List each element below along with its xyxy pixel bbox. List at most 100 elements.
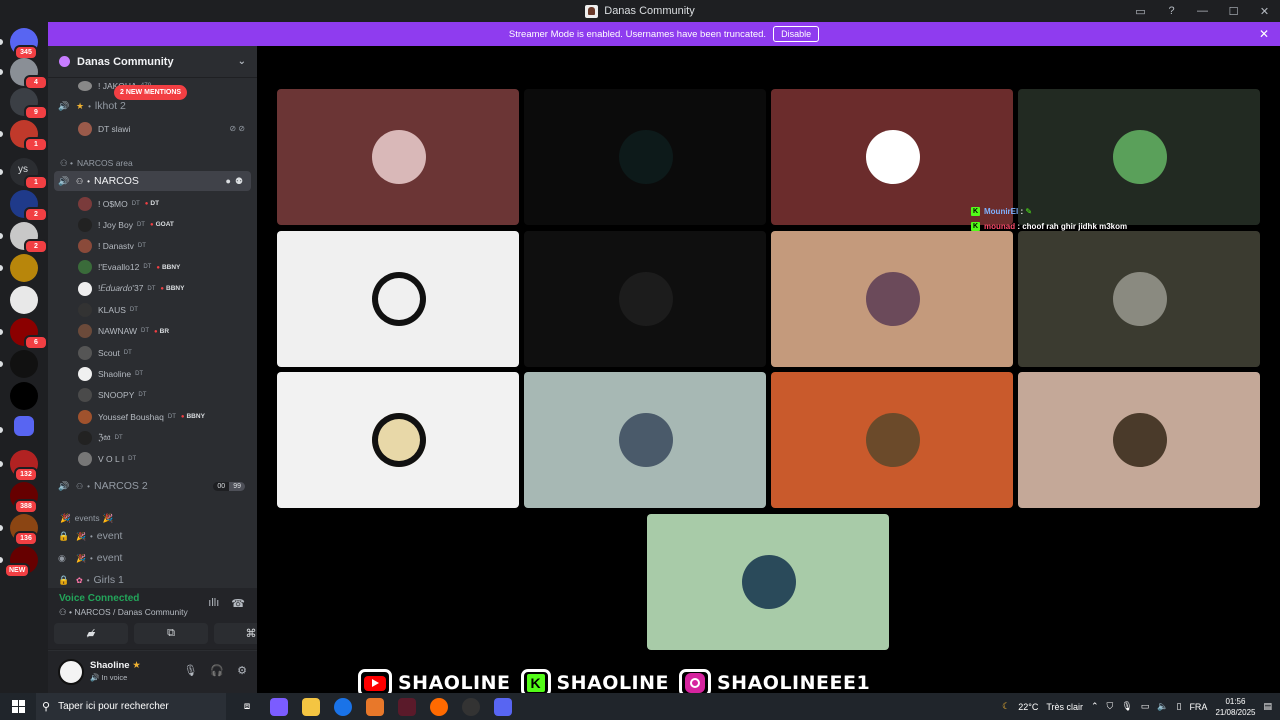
obs-icon[interactable] <box>462 697 480 716</box>
browser-icon[interactable] <box>430 697 448 716</box>
server-icon-server-6[interactable] <box>10 254 38 282</box>
voice-channel-narcos[interactable]: 🔊 ⚇ • NARCOS ● ⚉ <box>54 171 251 191</box>
camera-off-button[interactable]: ▰̸ <box>54 623 128 644</box>
video-tile-7[interactable] <box>771 231 1013 367</box>
network-icon[interactable]: ▭ <box>1141 701 1150 712</box>
voice-user[interactable]: ! Danastv DT <box>48 236 257 257</box>
close-window-button[interactable]: ✕ <box>1249 0 1280 22</box>
new-mentions-pill[interactable]: 2 NEW MENTIONS <box>114 85 188 100</box>
windows-taskbar: ⚲ Taper ici pour rechercher ⧈ ☾ 22°C Trè… <box>0 693 1280 720</box>
signal-icon[interactable]: ıllı <box>208 597 219 610</box>
channel-actions[interactable]: ● ⚉ <box>225 176 243 187</box>
avatar <box>372 272 426 326</box>
voice-user-name: SNOOPY <box>98 390 135 401</box>
server-header[interactable]: Danas Community ⌄ <box>48 46 257 78</box>
role-badge: GOAT <box>150 221 174 228</box>
voice-user[interactable]: V O L I DT <box>48 449 257 470</box>
settings-gear-icon[interactable]: ⚙ <box>237 664 247 677</box>
lock-icon: 🔒 <box>58 574 70 585</box>
discord-icon[interactable] <box>494 697 512 716</box>
voice-user[interactable]: Youssef BoushaqDT BBNY <box>48 406 257 427</box>
notifications-icon[interactable]: ▤ <box>1263 701 1272 712</box>
copilot-icon[interactable] <box>270 697 288 716</box>
taskbar-search[interactable]: ⚲ Taper ici pour rechercher <box>36 693 226 720</box>
clock[interactable]: 01:56 21/08/2025 <box>1215 696 1255 718</box>
voice-user[interactable]: Shaoline DT <box>48 363 257 384</box>
server-icon-server-7[interactable] <box>10 286 38 314</box>
disable-streamer-mode-button[interactable]: Disable <box>773 26 820 42</box>
inbox-icon[interactable]: ▭ <box>1125 0 1156 22</box>
activity-button[interactable]: ⌘ <box>214 623 257 644</box>
video-tile-6[interactable] <box>524 231 766 367</box>
help-icon[interactable]: ? <box>1156 0 1187 22</box>
close-icon[interactable]: ✕ <box>1259 27 1269 41</box>
voice-user[interactable]: KLAUS DT <box>48 300 257 321</box>
screen-share-button[interactable]: ⧉ <box>134 623 208 644</box>
stage-channel-event[interactable]: ◉ 🎉 • event <box>48 548 257 568</box>
avatar[interactable] <box>58 659 84 685</box>
avatar <box>372 130 426 184</box>
avatar <box>78 430 92 445</box>
battery-icon[interactable]: ▯ <box>1176 701 1181 712</box>
screen-share-icon: ⧉ <box>167 627 175 639</box>
input-language[interactable]: FRA <box>1189 702 1207 712</box>
microphone-icon[interactable]: 🎙 <box>183 664 197 677</box>
maximize-button[interactable]: ☐ <box>1218 0 1249 22</box>
category-label: NARCOS area <box>76 158 133 168</box>
category-events[interactable]: 🎉 events 🎉 <box>48 510 257 526</box>
user-name[interactable]: Shaoline ★ <box>90 660 141 671</box>
role-badge: DT <box>145 200 159 207</box>
volume-icon[interactable]: 🔈 <box>1157 701 1168 712</box>
weather-temp[interactable]: 22°C <box>1018 702 1038 712</box>
video-tile-1[interactable] <box>277 89 519 225</box>
video-tile-11[interactable] <box>771 372 1013 508</box>
voice-channel-event-locked[interactable]: 🔒 🎉 • event <box>48 526 257 546</box>
task-view-icon[interactable]: ⧈ <box>238 698 256 716</box>
server-icon-folder[interactable] <box>14 416 34 436</box>
kick-icon: K <box>971 207 980 216</box>
voice-channel-narcos-2[interactable]: 🔊 ⚇ • NARCOS 2 00 99 <box>48 476 257 496</box>
voice-user[interactable]: NAWNAWDT BR <box>48 321 257 342</box>
server-name: Danas Community <box>77 55 174 68</box>
video-tile-8[interactable] <box>1018 231 1260 367</box>
chevron-down-icon[interactable]: ⌄ <box>238 56 246 67</box>
video-tile-12[interactable] <box>1018 372 1260 508</box>
emote-icon: ✎ <box>1025 207 1033 216</box>
banner-text: Streamer Mode is enabled. Usernames have… <box>508 28 767 40</box>
video-tile-10[interactable] <box>524 372 766 508</box>
video-tile-5[interactable] <box>277 231 519 367</box>
voice-user[interactable]: !'Evaallo12DT BBNY <box>48 257 257 278</box>
microphone-icon[interactable]: 🎙 <box>1121 701 1132 712</box>
app-icon[interactable] <box>366 697 384 716</box>
server-icon-server-9[interactable] <box>10 350 38 378</box>
tray-icon[interactable]: ⛉ <box>1107 701 1114 712</box>
voice-status[interactable]: Voice Connected <box>59 593 139 604</box>
file-explorer-icon[interactable] <box>302 697 320 716</box>
voice-channel-path[interactable]: ⚇ • NARCOS / Danas Community <box>59 607 188 618</box>
weather-desc[interactable]: Très clair <box>1046 702 1083 712</box>
app-icon[interactable] <box>398 697 416 716</box>
disconnect-icon[interactable]: ☎ <box>231 597 245 610</box>
start-button[interactable] <box>0 700 36 713</box>
video-tile-9[interactable] <box>277 372 519 508</box>
voice-user[interactable]: Scout DT <box>48 342 257 363</box>
minimize-button[interactable]: — <box>1187 0 1218 22</box>
video-tile-2[interactable] <box>524 89 766 225</box>
voice-user[interactable]: ! Joy BoyDT GOAT <box>48 214 257 235</box>
voice-user[interactable]: !𝐸𝑑𝑢𝑎𝑟𝑑𝑜'37DT BBNY <box>48 278 257 299</box>
category-narcos-area[interactable]: ⚇ • NARCOS area <box>48 155 257 171</box>
add-user-icon[interactable]: ⚉ <box>235 176 243 187</box>
stream-chat-overlay: K MounirEl : ✎ K mounad : choof rah ghir… <box>971 204 1127 234</box>
avatar <box>78 303 92 317</box>
voice-user[interactable]: ! O$MODTDT <box>48 193 257 214</box>
chrome-icon[interactable] <box>334 697 352 716</box>
voice-user[interactable]: ℨ𝔞𝔞 DT <box>48 427 257 448</box>
chat-icon[interactable]: ● <box>225 176 230 187</box>
chevron-up-icon[interactable]: ⌃ <box>1091 701 1099 712</box>
voice-channel-girls[interactable]: 🔒 ✿ • Girls 1 <box>48 570 257 590</box>
voice-user[interactable]: SNOOPY DT <box>48 385 257 406</box>
voice-user[interactable]: DT slawi ⊘ ⊘ <box>48 118 257 139</box>
server-icon-server-10[interactable] <box>10 382 38 410</box>
video-tile-13[interactable] <box>647 514 889 650</box>
headphones-icon[interactable]: 🎧 <box>210 664 224 677</box>
